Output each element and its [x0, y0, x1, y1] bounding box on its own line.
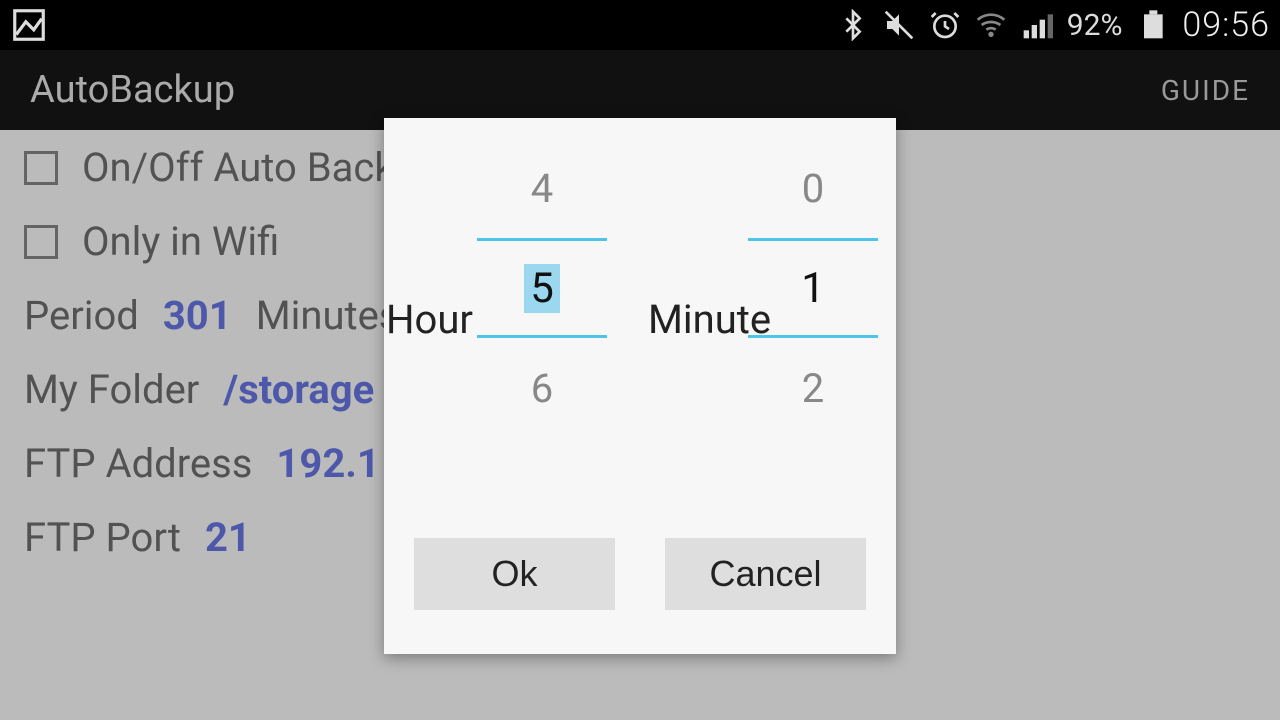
- ok-button[interactable]: Ok: [414, 538, 615, 610]
- mute-icon: [883, 9, 915, 41]
- checkbox-icon[interactable]: [24, 225, 58, 259]
- hour-prev[interactable]: 4: [477, 138, 607, 238]
- minute-next[interactable]: 2: [748, 338, 878, 438]
- setting-unit: Minutes: [256, 292, 400, 340]
- setting-label: FTP Port: [24, 514, 181, 562]
- hour-label: Hour: [384, 296, 473, 343]
- alarm-icon: [929, 9, 961, 41]
- hour-picker[interactable]: Hour 4 5 6: [384, 138, 640, 524]
- setting-value: 21: [205, 514, 251, 562]
- time-picker-dialog: Hour 4 5 6 Minute 0 1 2 Ok Cancel: [384, 118, 896, 654]
- bluetooth-icon: [837, 9, 869, 41]
- setting-label: Period: [24, 292, 139, 340]
- cancel-button[interactable]: Cancel: [665, 538, 866, 610]
- hour-next[interactable]: 6: [477, 338, 607, 438]
- picture-icon: [10, 6, 48, 44]
- minute-wheel[interactable]: 0 1 2: [748, 138, 878, 438]
- setting-label: FTP Address: [24, 440, 252, 488]
- hour-selected-wrap[interactable]: 5: [477, 238, 607, 338]
- setting-label: Only in Wifi: [82, 218, 279, 266]
- setting-label: My Folder: [24, 366, 199, 414]
- clock: 09:56: [1182, 5, 1270, 45]
- minute-prev[interactable]: 0: [748, 138, 878, 238]
- status-bar: 92% 09:56: [0, 0, 1280, 50]
- hour-selected[interactable]: 5: [524, 264, 560, 313]
- setting-value: 301: [163, 292, 232, 340]
- app-title: AutoBackup: [30, 68, 235, 112]
- minute-picker[interactable]: Minute 0 1 2: [640, 138, 896, 524]
- hour-wheel[interactable]: 4 5 6: [477, 138, 607, 438]
- minute-selected[interactable]: 1: [795, 264, 831, 313]
- minute-label: Minute: [646, 296, 771, 343]
- battery-percent: 92%: [1067, 8, 1123, 43]
- setting-value: /storage: [223, 366, 374, 414]
- wifi-icon: [975, 9, 1007, 41]
- setting-value: 192.1: [276, 440, 379, 488]
- battery-icon: [1136, 9, 1168, 41]
- checkbox-icon[interactable]: [24, 151, 58, 185]
- guide-button[interactable]: GUIDE: [1161, 74, 1250, 107]
- signal-icon: [1021, 9, 1053, 41]
